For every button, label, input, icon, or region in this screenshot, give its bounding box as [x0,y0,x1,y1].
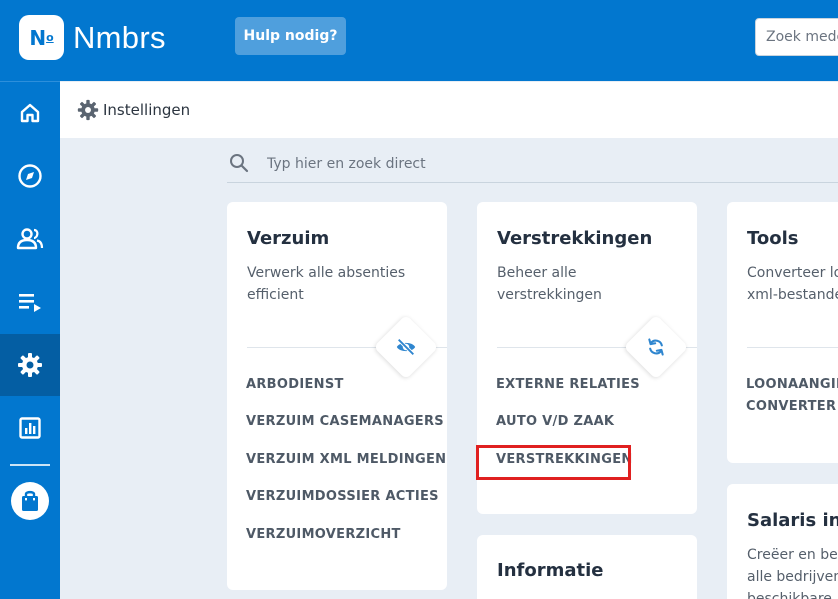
card-icon-badge [373,314,439,380]
card-description-line: beschikbare [747,591,832,599]
card-description-line: Beheer alle [497,265,577,281]
list-play-icon [19,294,41,312]
settings-search-input[interactable] [267,152,827,176]
card-description: Verwerk alle absenties efficient [247,262,405,306]
logo-mark-sup: o [46,31,54,44]
report-icon [19,417,41,439]
sidebar-item-home[interactable] [0,82,60,144]
card-title: Verzuim [247,228,330,249]
home-icon [20,103,40,123]
sidebar-item-settings[interactable] [0,334,60,396]
card-description-line: Creëer en beheer [747,547,838,563]
sidebar [0,81,60,599]
sidebar-item-explore[interactable] [0,145,60,207]
gear-icon [18,353,42,377]
card-title: Informatie [497,560,604,581]
sidebar-divider [10,464,50,466]
eye-off-icon [396,338,416,356]
logo-mark: No [19,15,64,60]
card-description-line: Verwerk alle absenties [247,265,406,281]
page-header: Instellingen [60,82,838,138]
page-title: Instellingen [103,101,191,119]
card-description: Converteer loonaangifte xml-bestanden [747,262,838,306]
app-name: Nmbrs [73,19,166,55]
sidebar-item-processes[interactable] [0,271,60,333]
link-verzuimoverzicht[interactable]: VERZUIMOVERZICHT [246,527,401,542]
link-verzuim-casemanagers[interactable]: VERZUIM CASEMANAGERS [246,414,444,429]
card-salaris-instellingen: Salaris instellingen Creëer en beheer al… [727,484,838,599]
search-icon [230,154,249,173]
highlight-box [476,445,631,480]
card-description-line: Converteer loonaangifte [747,265,838,281]
card-title: Tools [747,228,799,249]
link-externe-relaties[interactable]: EXTERNE RELATIES [496,377,640,392]
card-informatie: Informatie [477,535,697,599]
card-title: Verstrekkingen [497,228,653,249]
link-verzuim-xml-meldingen[interactable]: VERZUIM XML MELDINGEN [246,452,446,467]
card-icon-badge [623,314,689,380]
compass-icon [18,164,42,188]
card-description-line: xml-bestanden [747,287,838,303]
card-description-line: alle bedrijven [747,569,838,585]
link-arbodienst[interactable]: ARBODIENST [246,377,344,392]
people-icon [16,228,44,250]
gear-icon [77,99,99,121]
sidebar-item-employees[interactable] [0,208,60,270]
settings-search [227,148,838,183]
top-bar: No Nmbrs Hulp nodig? Zoek medewerker [0,0,838,81]
help-button[interactable]: Hulp nodig? [235,17,346,55]
link-verzuimdossier-acties[interactable]: VERZUIMDOSSIER ACTIES [246,489,439,504]
card-description: Beheer alle verstrekkingen [497,262,602,306]
card-tools: Tools Converteer loonaangifte xml-bestan… [727,202,838,463]
shopping-bag-icon [22,490,38,511]
card-description-line: verstrekkingen [497,287,602,303]
card-divider [747,347,838,348]
card-description: Creëer en beheer alle bedrijven beschikb… [747,544,838,599]
sidebar-item-reports[interactable] [0,397,60,459]
employee-search-input[interactable]: Zoek medewerker [755,18,838,56]
link-loonaangifte[interactable]: LOONAANGIFTE [746,377,838,392]
logo[interactable]: No Nmbrs [19,15,166,60]
refresh-icon [648,338,664,356]
sidebar-item-store[interactable] [11,482,49,520]
card-description-line: efficient [247,287,304,303]
card-verzuim: Verzuim Verwerk alle absenties efficient… [227,202,447,590]
logo-mark-letter: N [29,25,47,50]
link-auto-vd-zaak[interactable]: AUTO V/D ZAAK [496,414,614,429]
link-converter[interactable]: CONVERTER [746,399,836,414]
card-title: Salaris instellingen [747,510,838,531]
